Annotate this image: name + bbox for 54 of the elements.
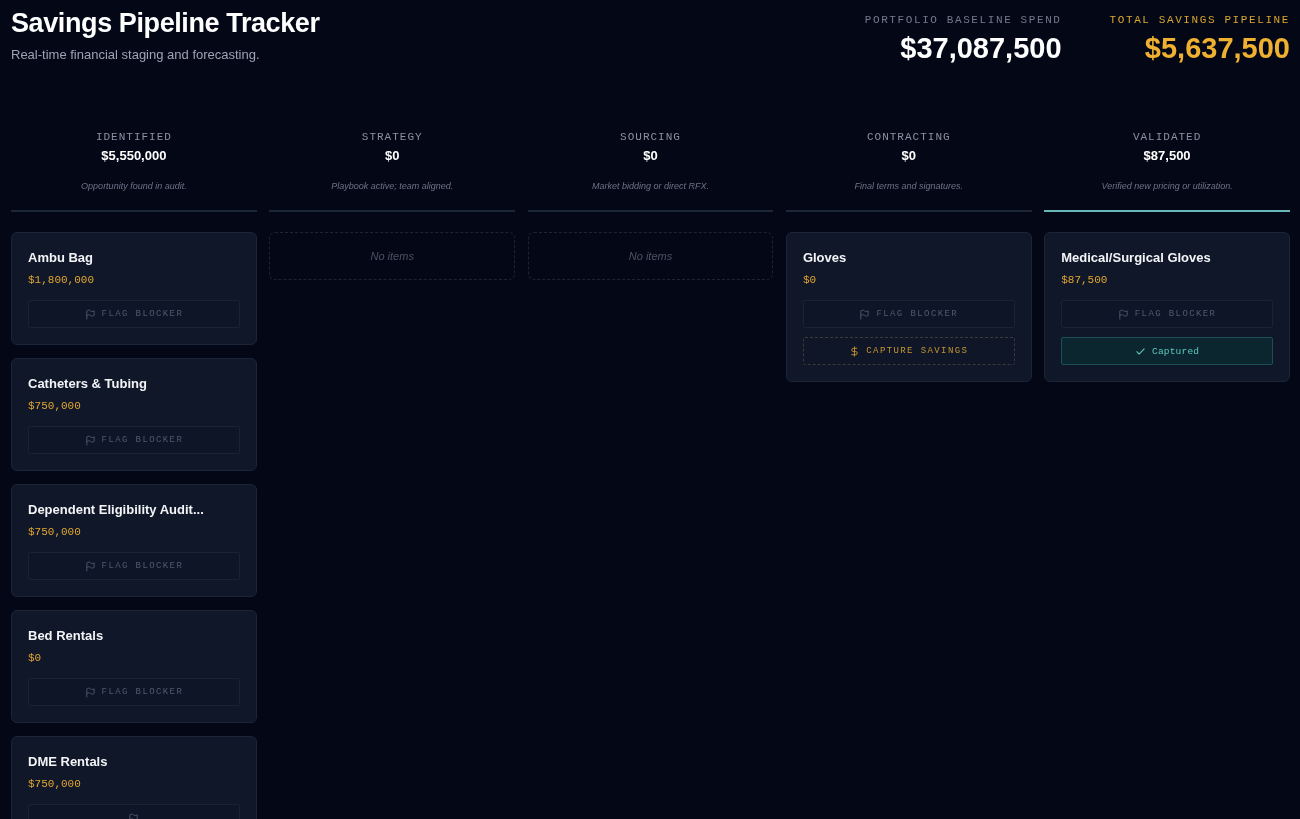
stage-description: Market bidding or direct RFX. [591, 180, 709, 192]
flag-icon [859, 308, 871, 320]
card-title: Bed Rentals [28, 627, 105, 645]
stage-name: CONTRACTING [866, 130, 951, 144]
card-title: Gloves [802, 249, 848, 267]
opportunity-card[interactable]: Ambu Bag $1,800,000 FLAG BLOCKER [11, 232, 257, 345]
opportunity-card[interactable]: Medical/Surgical Gloves $87,500 FLAG BLOCKER Captured [1044, 232, 1290, 382]
opportunity-card[interactable]: Catheters & Tubing $750,000 FLAG BLOCKER [11, 358, 257, 471]
opportunity-card[interactable]: DME Rentals $750,000 [11, 736, 257, 819]
opportunity-card[interactable]: Gloves $0 FLAG BLOCKER CAPTURE SAVINGS [785, 232, 1032, 382]
flag-icon [84, 434, 96, 446]
stage-total: $0 [901, 147, 916, 165]
opportunity-card[interactable]: Bed Rentals $0 FLAG BLOCKER [11, 610, 257, 723]
card-amount: $750,000 [28, 777, 82, 792]
card-title: DME Rentals [28, 753, 109, 771]
stage-name: IDENTIFIED [95, 130, 172, 144]
stage-total: $5,550,000 [101, 147, 167, 165]
card-amount: $87,500 [1061, 273, 1109, 288]
flag-icon [1117, 308, 1129, 320]
summary-value: $5,637,500 [1144, 31, 1290, 65]
card-amount: $0 [28, 651, 43, 666]
stage-total: $87,500 [1143, 147, 1191, 165]
stage-description: Playbook active; team aligned. [331, 180, 454, 192]
flag-icon [84, 686, 96, 698]
flag-icon [84, 308, 96, 320]
stage-description: Verified new pricing or utilization. [1101, 180, 1233, 192]
summary-value: $37,087,500 [900, 31, 1062, 65]
stage-name: STRATEGY [361, 130, 423, 144]
card-title: Ambu Bag [28, 249, 94, 267]
card-amount: $750,000 [28, 399, 82, 414]
page-subtitle: Real-time financial staging and forecasting. [11, 46, 261, 64]
empty-label: No items [370, 250, 414, 262]
empty-label: No items [628, 250, 673, 262]
card-amount: $0 [802, 273, 818, 288]
card-title: Dependent Eligibility Audit... [28, 501, 205, 519]
card-amount: $1,800,000 [28, 273, 95, 288]
stage-total: $0 [643, 147, 658, 165]
dollar-icon [849, 345, 861, 357]
card-title: Medical/Surgical Gloves [1061, 249, 1212, 267]
capture-savings-button[interactable]: CAPTURE SAVINGS [802, 337, 1015, 365]
card-title: Catheters & Tubing [28, 375, 148, 393]
check-icon [1135, 345, 1146, 357]
flag-icon [84, 560, 96, 572]
stage-description: Final terms and signatures. [854, 180, 964, 192]
stage-description: Opportunity found in audit. [81, 180, 187, 192]
captured-status: Captured [1061, 337, 1273, 365]
stage-name: VALIDATED [1132, 130, 1202, 144]
page-title: Savings Pipeline Tracker [11, 7, 320, 40]
card-amount: $750,000 [28, 525, 82, 540]
opportunity-card[interactable]: Dependent Eligibility Audit... $750,000 FLAG BLOCKER [11, 484, 257, 597]
stage-name: SOURCING [620, 130, 681, 144]
stage-total: $0 [384, 147, 400, 165]
summary-label: PORTFOLIO BASELINE SPEND [864, 13, 1062, 27]
summary-label: TOTAL SAVINGS PIPELINE [1109, 13, 1290, 27]
